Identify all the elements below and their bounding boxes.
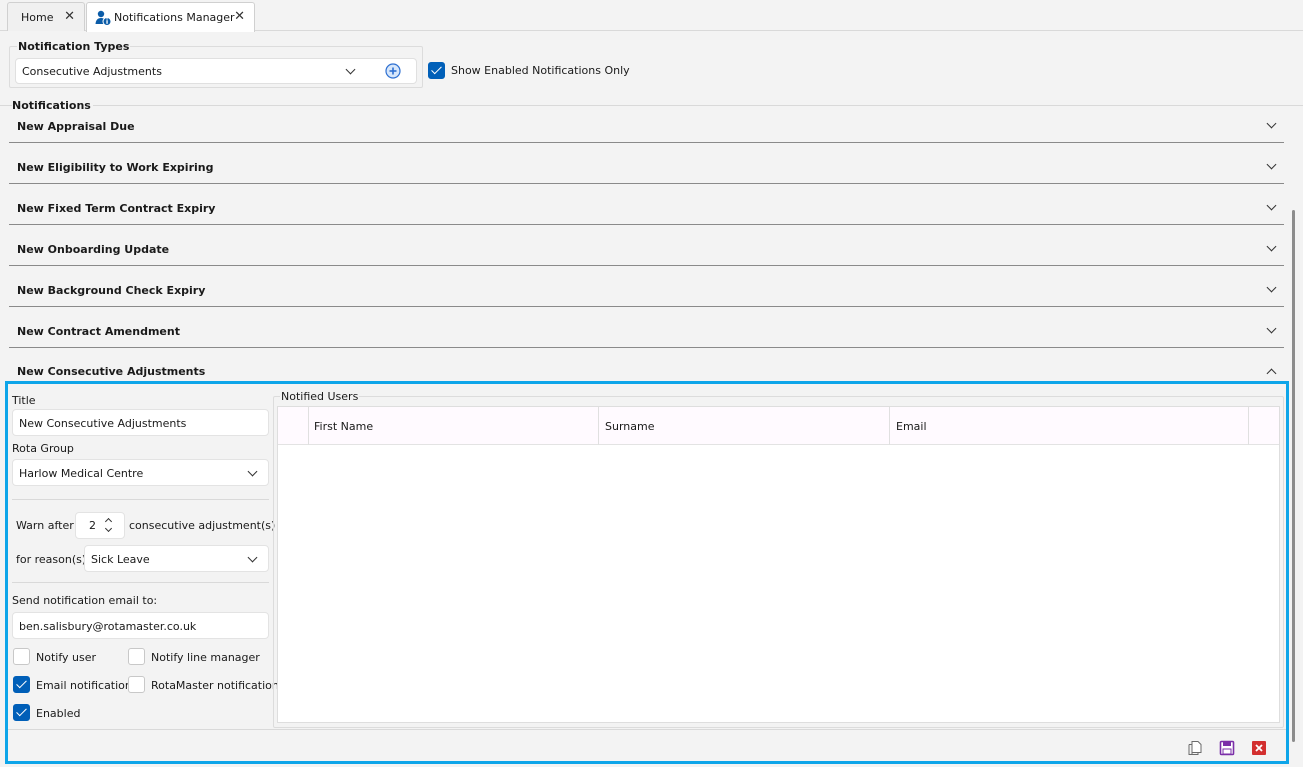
divider [12,499,269,500]
column-email[interactable]: Email [896,420,927,433]
notification-row-contract-amendment[interactable]: New Contract Amendment [9,307,1284,348]
chevron-down-icon [1266,241,1277,252]
notify-user-label: Notify user [36,651,97,664]
warn-after-label: Warn after [16,519,74,532]
delete-icon[interactable] [1251,740,1267,756]
rota-group-value: Harlow Medical Centre [19,467,144,480]
title-label: Title [12,394,36,407]
notification-row-title: New Consecutive Adjustments [17,365,206,378]
rotamaster-notification-label: RotaMaster notification [151,679,279,692]
warn-after-stepper[interactable]: 2 [75,512,125,539]
notification-row-fixed-term[interactable]: New Fixed Term Contract Expiry [9,184,1284,225]
email-notification-label: Email notification [36,679,132,692]
close-icon[interactable]: ✕ [234,9,245,24]
rota-group-select[interactable]: Harlow Medical Centre [12,459,269,486]
reason-value: Sick Leave [91,553,150,566]
notified-users-label: Notified Users [280,390,360,403]
notification-type-select[interactable]: Consecutive Adjustments [15,58,417,84]
notification-row-onboarding[interactable]: New Onboarding Update [9,225,1284,266]
notification-row-title: New Background Check Expiry [17,284,206,297]
column-surname[interactable]: Surname [605,420,654,433]
divider [12,582,269,583]
email-field[interactable]: ben.salisbury@rotamaster.co.uk [12,612,269,639]
send-email-label: Send notification email to: [12,594,158,607]
rota-group-label: Rota Group [12,442,74,455]
close-icon[interactable]: ✕ [64,9,75,24]
chevron-down-icon[interactable] [104,524,113,534]
notify-user-checkbox[interactable] [13,648,30,665]
notification-row-appraisal[interactable]: New Appraisal Due [9,102,1284,143]
show-enabled-checkbox[interactable] [428,62,445,79]
rotamaster-notification-checkbox[interactable] [128,676,145,693]
chevron-down-icon [1266,323,1277,334]
chevron-down-icon [247,466,258,477]
chevron-up-icon[interactable] [104,516,113,526]
enabled-checkbox[interactable] [13,704,30,721]
tab-notifications-manager-label: Notifications Manager [114,11,235,24]
save-icon[interactable] [1219,740,1235,756]
chevron-up-icon [1266,368,1277,379]
notification-row-title: New Eligibility to Work Expiring [17,161,214,174]
enabled-label: Enabled [36,707,81,720]
notification-row-consecutive-adjustments[interactable]: New Consecutive Adjustments [9,348,1284,381]
chevron-down-icon [1266,282,1277,293]
warn-after-value: 2 [89,519,96,532]
email-field-value: ben.salisbury@rotamaster.co.uk [19,620,197,633]
tab-notifications-manager[interactable]: Notifications Manager ✕ [86,2,255,32]
reason-label: for reason(s) [16,553,87,566]
consecutive-label: consecutive adjustment(s) [129,519,276,532]
chevron-down-icon [247,552,258,563]
notification-row-background-check[interactable]: New Background Check Expiry [9,266,1284,307]
column-first-name[interactable]: First Name [314,420,373,433]
notification-row-title: New Contract Amendment [17,325,180,338]
user-info-icon [95,10,112,26]
notify-line-manager-label: Notify line manager [151,651,260,664]
tab-home[interactable]: Home ✕ [7,2,85,31]
show-enabled-label: Show Enabled Notifications Only [451,64,630,77]
copy-icon[interactable] [1187,740,1203,756]
email-notification-checkbox[interactable] [13,676,30,693]
divider [8,729,1286,730]
notification-type-value: Consecutive Adjustments [22,64,162,78]
tab-home-label: Home [21,10,54,24]
vertical-scrollbar[interactable] [1292,210,1295,742]
notification-row-eligibility[interactable]: New Eligibility to Work Expiring [9,143,1284,184]
add-circle-icon[interactable] [385,63,401,79]
title-input-value: New Consecutive Adjustments [19,417,187,430]
notification-row-title: New Fixed Term Contract Expiry [17,202,216,215]
notified-users-grid[interactable]: First Name Surname Email [277,406,1280,723]
grid-header: First Name Surname Email [278,407,1279,445]
notification-types-label: Notification Types [17,40,131,53]
notify-line-manager-checkbox[interactable] [128,648,145,665]
chevron-down-icon [1266,159,1277,170]
notification-row-title: New Appraisal Due [17,120,135,133]
chevron-down-icon [1266,118,1277,129]
chevron-down-icon [345,64,356,75]
notification-row-title: New Onboarding Update [17,243,170,256]
chevron-down-icon [1266,200,1277,211]
reason-select[interactable]: Sick Leave [84,545,269,572]
title-input[interactable]: New Consecutive Adjustments [12,409,269,436]
